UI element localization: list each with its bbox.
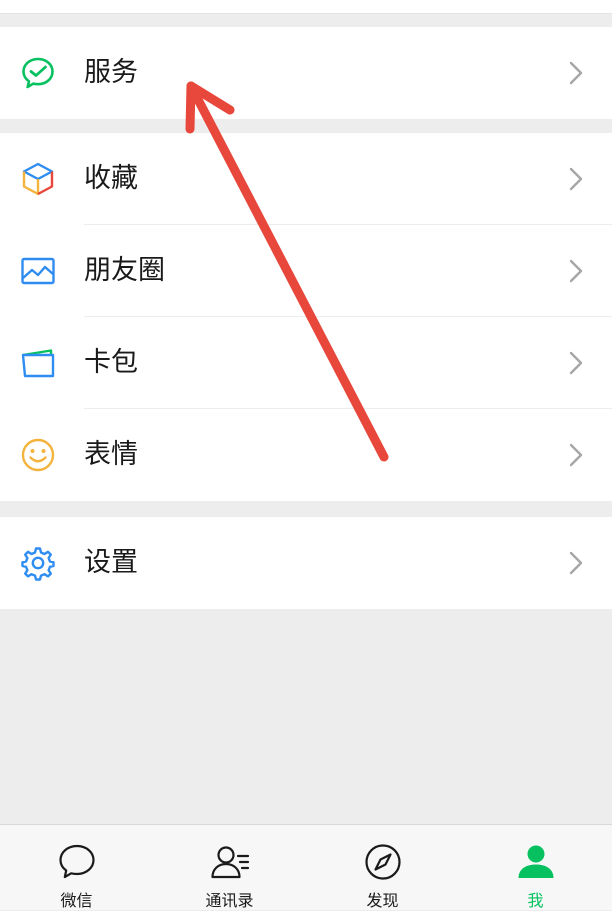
chat-bubble-icon [56,841,98,883]
top-strip [0,0,612,14]
cube-icon [19,160,57,198]
person-icon [515,841,557,883]
chevron-right-icon [566,350,586,376]
wallet-icon [19,344,57,382]
gear-icon [19,544,57,582]
compass-icon [362,841,404,883]
settings-group: 设置 [0,517,612,609]
tab-chats[interactable]: 微信 [0,825,153,910]
features-group: 收藏 朋友圈 卡包 表情 [0,133,612,501]
wechat-pay-icon [19,54,57,92]
tab-bar: 微信 通讯录 发现 我 [0,824,612,910]
chevron-right-icon [566,442,586,468]
menu-item-settings[interactable]: 设置 [0,517,612,609]
chevron-right-icon [566,550,586,576]
tab-me[interactable]: 我 [459,825,612,910]
menu-item-cards[interactable]: 卡包 [0,317,612,409]
chevron-right-icon [566,166,586,192]
contacts-icon [209,841,251,883]
tab-label-chats: 微信 [60,891,93,910]
image-icon [19,252,57,290]
menu-label-moments: 朋友圈 [84,255,165,286]
menu-label-settings: 设置 [84,547,138,578]
menu-label-cards: 卡包 [84,347,138,378]
menu-label-favorites: 收藏 [84,163,138,194]
tab-discover[interactable]: 发现 [306,825,459,910]
tab-label-contacts: 通讯录 [205,891,254,910]
chevron-right-icon [566,60,586,86]
menu-item-moments[interactable]: 朋友圈 [0,225,612,317]
services-group: 服务 [0,27,612,119]
smile-icon [19,436,57,474]
menu-item-stickers[interactable]: 表情 [0,409,612,501]
menu-label-stickers: 表情 [84,439,138,470]
menu-label-services: 服务 [84,57,138,88]
tab-label-me: 我 [527,891,544,910]
chevron-right-icon [566,258,586,284]
tab-label-discover: 发现 [366,891,399,910]
menu-item-services[interactable]: 服务 [0,27,612,119]
tab-contacts[interactable]: 通讯录 [153,825,306,910]
menu-item-favorites[interactable]: 收藏 [0,133,612,225]
